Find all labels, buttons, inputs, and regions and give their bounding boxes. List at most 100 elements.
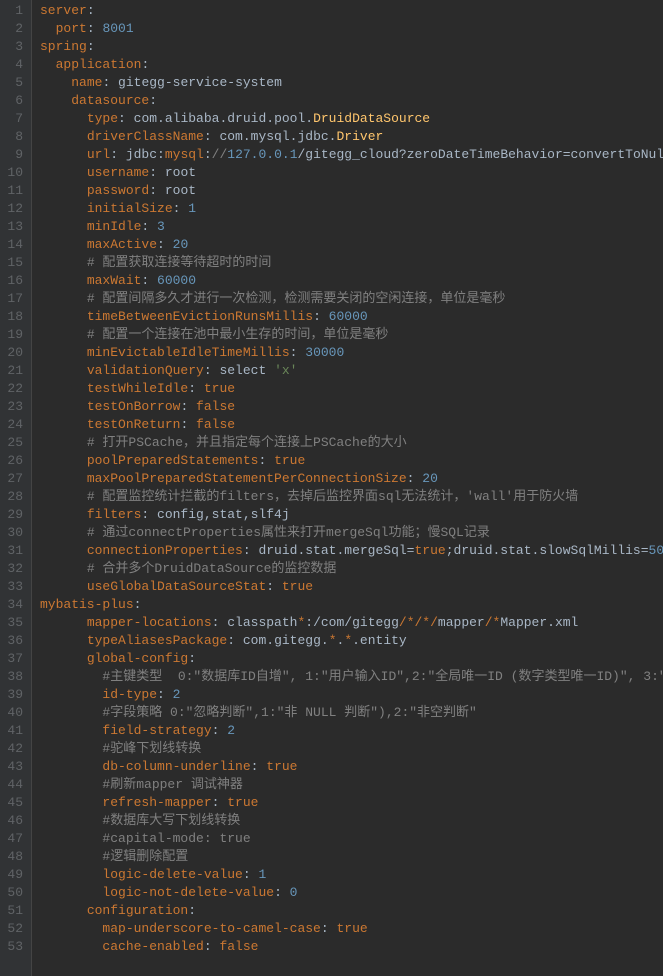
token-hl: DruidDataSource [313,111,430,126]
line-number: 1 [0,2,23,20]
token-key: timeBetweenEvictionRunsMillis [87,309,313,324]
line-number: 12 [0,200,23,218]
token-num: 20 [173,237,189,252]
code-line: id-type: 2 [40,686,663,704]
token-key: server [40,3,87,18]
token-punc: : [204,939,220,954]
token-key: useGlobalDataSourceStat [87,579,266,594]
code-line: # 配置间隔多久才进行一次检测，检测需要关闭的空闲连接，单位是毫秒 [40,290,663,308]
line-number: 3 [0,38,23,56]
code-line: url: jdbc:mysql://127.0.0.1/gitegg_cloud… [40,146,663,164]
token-num: 2 [227,723,235,738]
token-key: password [87,183,149,198]
code-line: #驼峰下划线转换 [40,740,663,758]
token-punc: : [243,867,259,882]
token-punc: : [321,921,337,936]
code-line: #capital-mode: true [40,830,663,848]
code-line: typeAliasesPackage: com.gitegg.*.*.entit… [40,632,663,650]
line-number: 49 [0,866,23,884]
token-punc: : [87,21,103,36]
code-line: logic-delete-value: 1 [40,866,663,884]
line-number: 27 [0,470,23,488]
line-number: 48 [0,848,23,866]
code-editor-content[interactable]: server: port: 8001spring: application: n… [32,0,663,976]
token-key: initialSize [87,201,173,216]
token-key: /* [485,615,501,630]
code-line: username: root [40,164,663,182]
code-line: password: root [40,182,663,200]
token-bool: false [219,939,258,954]
token-cls: mapper [438,615,485,630]
token-cls: select [219,363,274,378]
token-punc: : [290,345,306,360]
token-punc: : [134,597,142,612]
token-cls: config,stat,slf4j [157,507,290,522]
code-line: poolPreparedStatements: true [40,452,663,470]
token-punc: : [157,687,173,702]
line-number: 31 [0,542,23,560]
token-num: 5000 [649,543,663,558]
token-punc: : [204,129,220,144]
token-punc: : [180,399,196,414]
token-cmt: // [212,147,228,162]
token-hl: Driver [336,129,383,144]
token-key: mapper-locations [87,615,212,630]
code-line: # 合并多个DruidDataSource的监控数据 [40,560,663,578]
token-num: 20 [422,471,438,486]
token-key: typeAliasesPackage [87,633,227,648]
token-punc: : [173,201,189,216]
line-number: 4 [0,56,23,74]
token-key: logic-not-delete-value [102,885,274,900]
token-punc: : [188,651,196,666]
token-num: 1 [258,867,266,882]
code-line: useGlobalDataSourceStat: true [40,578,663,596]
token-cmt: # 配置一个连接在池中最小生存的时间，单位是毫秒 [87,327,389,342]
code-line: #主键类型 0:"数据库ID自增", 1:"用户输入ID",2:"全局唯一ID … [40,668,663,686]
token-cmt: #字段策略 0:"忽略判断",1:"非 NULL 判断"),2:"非空判断" [102,705,476,720]
token-bool: true [336,921,367,936]
token-key: id-type [102,687,157,702]
token-punc: : [87,39,95,54]
line-number: 6 [0,92,23,110]
token-bool: false [196,399,235,414]
code-line: maxWait: 60000 [40,272,663,290]
code-line: #数据库大写下划线转换 [40,812,663,830]
token-cls: gitegg-service-system [118,75,282,90]
line-number: 10 [0,164,23,182]
line-number: 52 [0,920,23,938]
token-punc: : [188,903,196,918]
code-line: mapper-locations: classpath*:/com/gitegg… [40,614,663,632]
token-key: type [87,111,118,126]
line-number: 24 [0,416,23,434]
code-line: cache-enabled: false [40,938,663,956]
token-cmt: # 通过connectProperties属性来打开mergeSql功能；慢SQ… [87,525,490,540]
line-number: 17 [0,290,23,308]
token-num: 3 [157,219,165,234]
token-cls: .entity [352,633,407,648]
token-key: mysql [165,147,204,162]
code-line: name: gitegg-service-system [40,74,663,92]
token-key: url [87,147,110,162]
code-line: testWhileIdle: true [40,380,663,398]
token-key: minIdle [87,219,142,234]
code-line: mybatis-plus: [40,596,663,614]
code-line: testOnReturn: false [40,416,663,434]
token-num: 1 [188,201,196,216]
token-punc: : [204,147,212,162]
token-cmt: #主键类型 0:"数据库ID自增", 1:"用户输入ID",2:"全局唯一ID … [102,669,663,684]
line-number-gutter: 1234567891011121314151617181920212223242… [0,0,32,976]
token-key: testWhileIdle [87,381,188,396]
token-punc: : [266,579,282,594]
token-num: 127.0.0.1 [227,147,297,162]
code-line: # 配置一个连接在池中最小生存的时间，单位是毫秒 [40,326,663,344]
token-cls: druid.stat.mergeSql= [258,543,414,558]
code-line: server: [40,2,663,20]
token-punc: : [204,363,220,378]
token-cmt: # 打开PSCache，并且指定每个连接上PSCache的大小 [87,435,407,450]
token-bool: true [282,579,313,594]
token-key: global-config [87,651,188,666]
token-key: * [344,633,352,648]
code-line: initialSize: 1 [40,200,663,218]
token-num: 30000 [305,345,344,360]
line-number: 25 [0,434,23,452]
